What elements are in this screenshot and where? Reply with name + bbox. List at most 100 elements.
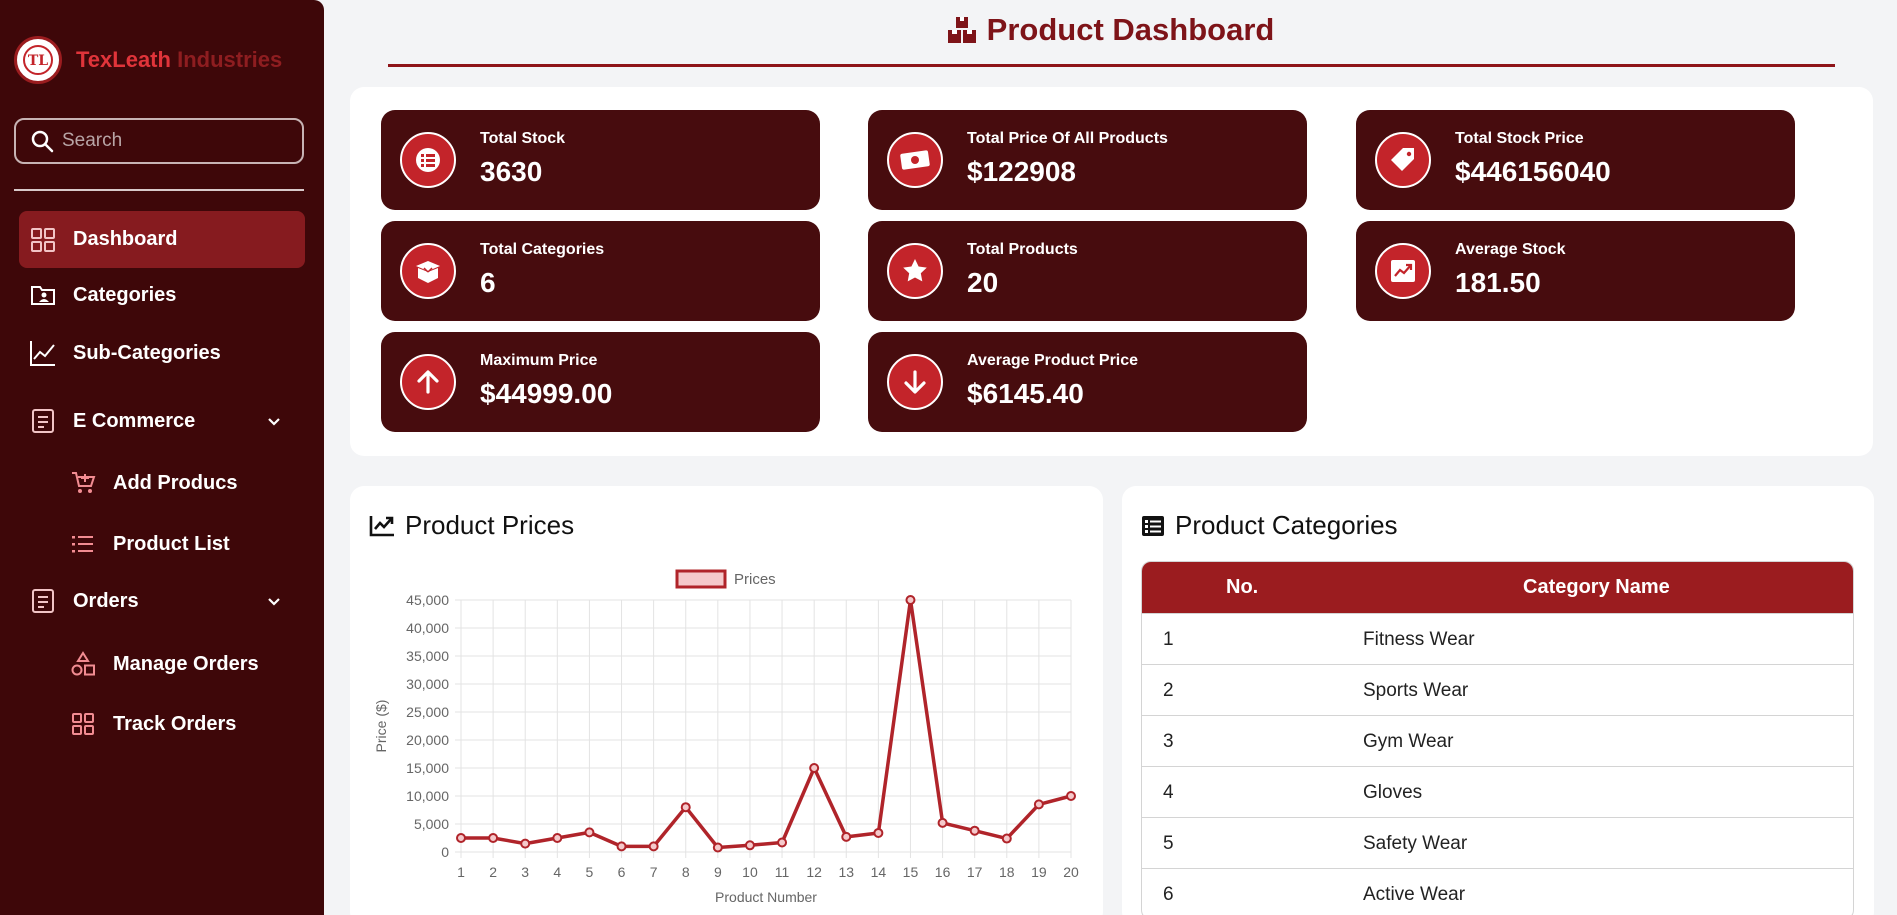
series-line bbox=[461, 598, 1072, 850]
sidebar-item-label: Sub-Categories bbox=[73, 341, 221, 364]
search-box[interactable] bbox=[14, 118, 304, 164]
stat-card-total-price[interactable]: Total Price Of All Products $122908 bbox=[868, 110, 1307, 210]
category-name: Active Wear bbox=[1363, 884, 1466, 905]
sidebar-item-orders[interactable]: Orders bbox=[29, 587, 305, 615]
chevron-down-icon[interactable] bbox=[267, 410, 281, 433]
x-tick-label: 18 bbox=[999, 864, 1015, 880]
brand-name-part2: Industries bbox=[177, 47, 283, 72]
stat-value: $6145.40 bbox=[967, 378, 1084, 409]
sidebar-item-categories[interactable]: Categories bbox=[29, 281, 176, 309]
x-tick-label: 9 bbox=[714, 864, 722, 880]
sidebar-item-manage-orders[interactable]: Manage Orders bbox=[69, 650, 259, 678]
folder-user-icon bbox=[29, 281, 57, 309]
stat-value: $122908 bbox=[967, 156, 1077, 187]
sidebar-item-e-commerce[interactable]: E Commerce bbox=[29, 407, 305, 435]
trend-up-icon bbox=[1375, 243, 1431, 299]
x-axis-label: Product Number bbox=[715, 889, 817, 905]
price-line-chart[interactable]: 0 5,000 10,000 15,000 20,000 25,000 30,000 35,0… bbox=[350, 486, 1103, 915]
legend-swatch bbox=[675, 569, 727, 589]
data-point bbox=[937, 817, 948, 828]
x-tick-label: 5 bbox=[586, 864, 594, 880]
categories-table: No. Category Name 1 Fitness Wear 2 Sport… bbox=[1141, 561, 1854, 915]
data-point bbox=[841, 831, 852, 842]
document-list-icon bbox=[29, 587, 57, 615]
x-tick-label: 16 bbox=[935, 864, 951, 880]
data-point bbox=[552, 833, 563, 843]
stat-card-total-stock[interactable]: Total Stock 3630 bbox=[381, 110, 820, 210]
data-point bbox=[680, 802, 691, 813]
stat-label: Total Stock bbox=[480, 130, 566, 147]
y-tick-label: 40,000 bbox=[406, 620, 449, 636]
table-row[interactable]: 1 Fitness Wear bbox=[1142, 613, 1853, 664]
x-tick-label: 14 bbox=[871, 864, 887, 880]
stat-card-average-stock[interactable]: Average Stock 181.50 bbox=[1356, 221, 1795, 321]
column-header-no[interactable]: No. bbox=[1226, 576, 1258, 599]
sidebar-item-add-products[interactable]: Add Producs bbox=[69, 469, 237, 497]
sidebar-item-track-orders[interactable]: Track Orders bbox=[69, 710, 236, 738]
brand-name: TexLeath Industries bbox=[76, 47, 282, 73]
product-prices-panel: Product Prices 0 5,000 10,000 15,000 20,000 2… bbox=[350, 486, 1103, 915]
sidebar-item-label: Orders bbox=[73, 589, 139, 612]
sidebar: TL TexLeath Industries Dashboard Categor… bbox=[0, 0, 324, 915]
stat-label: Maximum Price bbox=[480, 352, 598, 369]
x-tick-label: 12 bbox=[806, 864, 822, 880]
category-name: Sports Wear bbox=[1363, 680, 1469, 701]
table-row[interactable]: 5 Safety Wear bbox=[1142, 817, 1853, 868]
stat-card-maximum-price[interactable]: Maximum Price $44999.00 bbox=[381, 332, 820, 432]
x-tick-label: 2 bbox=[489, 864, 497, 880]
table-row[interactable]: 2 Sports Wear bbox=[1142, 664, 1853, 715]
column-header-category-name[interactable]: Category Name bbox=[1523, 576, 1670, 599]
sidebar-item-label: Dashboard bbox=[73, 228, 178, 250]
stat-label: Average Stock bbox=[1455, 241, 1566, 258]
row-number: 5 bbox=[1163, 833, 1174, 854]
x-tick-label: 1 bbox=[457, 864, 465, 880]
list-alt-icon bbox=[1141, 515, 1165, 537]
data-point bbox=[777, 837, 788, 848]
y-tick-label: 20,000 bbox=[406, 732, 449, 748]
category-name: Gym Wear bbox=[1363, 731, 1454, 752]
sidebar-divider bbox=[14, 189, 304, 191]
stat-label: Total Stock Price bbox=[1455, 130, 1584, 147]
sidebar-item-product-list[interactable]: Product List bbox=[69, 530, 230, 558]
row-number: 6 bbox=[1163, 884, 1174, 905]
data-point bbox=[905, 595, 916, 606]
x-tick-label: 6 bbox=[618, 864, 626, 880]
sidebar-item-label: Add Producs bbox=[113, 471, 238, 494]
panel-title-text: Product Categories bbox=[1175, 510, 1398, 540]
list-icon bbox=[400, 132, 456, 188]
sidebar-item-label: Track Orders bbox=[113, 712, 237, 735]
sidebar-item-label: Categories bbox=[73, 283, 177, 306]
row-number: 3 bbox=[1163, 731, 1174, 752]
table-row[interactable]: 6 Active Wear bbox=[1142, 868, 1853, 915]
brand-name-part1: TexLeath bbox=[76, 47, 171, 72]
x-tick-label: 3 bbox=[521, 864, 529, 880]
sidebar-item-dashboard[interactable]: Dashboard bbox=[19, 211, 305, 268]
y-tick-label: 25,000 bbox=[406, 704, 449, 720]
boxes-icon bbox=[947, 16, 977, 44]
y-tick-label: 30,000 bbox=[406, 676, 449, 692]
list-icon bbox=[69, 530, 97, 558]
money-icon bbox=[887, 132, 943, 188]
table-row[interactable]: 3 Gym Wear bbox=[1142, 715, 1853, 766]
stat-card-total-categories[interactable]: Total Categories 6 bbox=[381, 221, 820, 321]
x-tick-label: 7 bbox=[650, 864, 658, 880]
stat-label: Total Products bbox=[967, 241, 1078, 258]
product-categories-panel: Product Categories No. Category Name 1 F… bbox=[1122, 486, 1874, 915]
sidebar-item-sub-categories[interactable]: Sub-Categories bbox=[29, 339, 221, 367]
search-input[interactable] bbox=[62, 130, 292, 152]
stat-card-total-stock-price[interactable]: Total Stock Price $446156040 bbox=[1356, 110, 1795, 210]
stat-card-total-products[interactable]: Total Products 20 bbox=[868, 221, 1307, 321]
arrow-down-icon bbox=[887, 354, 943, 410]
y-tick-label: 15,000 bbox=[406, 760, 449, 776]
data-point bbox=[1001, 833, 1012, 844]
category-name: Safety Wear bbox=[1363, 833, 1468, 854]
data-point bbox=[488, 833, 499, 843]
chevron-down-icon[interactable] bbox=[267, 590, 281, 613]
cart-add-icon bbox=[69, 469, 97, 497]
stat-card-average-product-price[interactable]: Average Product Price $6145.40 bbox=[868, 332, 1307, 432]
x-tick-label: 13 bbox=[838, 864, 854, 880]
stats-panel: Total Stock 3630 Total Price Of All Prod… bbox=[350, 87, 1873, 456]
table-row[interactable]: 4 Gloves bbox=[1142, 766, 1853, 817]
y-tick-label: 5,000 bbox=[414, 816, 449, 832]
row-number: 4 bbox=[1163, 782, 1174, 803]
